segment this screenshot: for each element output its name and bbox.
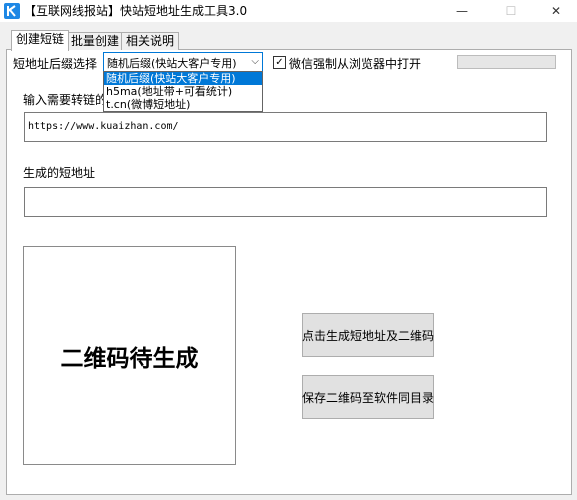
tab-create-short-link[interactable]: 创建短链 xyxy=(11,30,70,51)
suffix-select-label: 短地址后缀选择 xyxy=(13,57,98,71)
wechat-browser-label: 微信强制从浏览器中打开 xyxy=(289,57,422,71)
progress-bar xyxy=(457,55,556,69)
short-url-output[interactable] xyxy=(24,187,547,217)
app-k-logo-icon xyxy=(4,3,20,19)
tab-batch-create[interactable]: 批量创建 xyxy=(66,32,125,50)
maximize-icon: ☐ xyxy=(505,4,517,18)
save-qr-button[interactable]: 保存二维码至软件同目录 xyxy=(302,375,434,419)
suffix-select[interactable]: 随机后缀(快站大客户专用) ⌵ xyxy=(103,52,263,73)
tab-instructions[interactable]: 相关说明 xyxy=(121,32,180,50)
suffix-option-tcn[interactable]: t.cn(微博短地址) xyxy=(104,98,262,111)
window-client: 创建短链 批量创建 相关说明 短地址后缀选择 随机后缀(快站大客户专用) ⌵ 随… xyxy=(0,22,577,500)
title-bar: 【互联网线报站】快站短地址生成工具3.0 — ☐ ✕ xyxy=(0,0,577,22)
qr-code-area: 二维码待生成 xyxy=(23,246,236,465)
suffix-option-h5ma[interactable]: h5ma(地址带+可看统计) xyxy=(104,85,262,98)
window-title: 【互联网线报站】快站短地址生成工具3.0 xyxy=(24,4,248,18)
chevron-down-icon: ⌵ xyxy=(251,56,259,67)
qr-placeholder-text: 二维码待生成 xyxy=(60,345,199,372)
suffix-select-value: 随机后缀(快站大客户专用) xyxy=(107,57,237,70)
suffix-dropdown-list: 随机后缀(快站大客户专用) h5ma(地址带+可看统计) t.cn(微博短地址) xyxy=(103,71,263,112)
minimize-icon: — xyxy=(456,4,468,18)
short-url-label: 生成的短地址 xyxy=(23,166,96,180)
suffix-option-random[interactable]: 随机后缀(快站大客户专用) xyxy=(104,72,262,85)
long-url-input[interactable]: https://www.kuaizhan.com/ xyxy=(24,112,547,142)
long-url-value: https://www.kuaizhan.com/ xyxy=(28,121,179,132)
wechat-browser-checkbox[interactable]: ✓ xyxy=(273,56,286,69)
minimize-button[interactable]: — xyxy=(439,0,485,22)
maximize-button[interactable]: ☐ xyxy=(488,0,534,22)
checkmark-icon: ✓ xyxy=(275,57,284,68)
close-icon: ✕ xyxy=(550,4,562,18)
close-button[interactable]: ✕ xyxy=(533,0,577,22)
generate-button[interactable]: 点击生成短地址及二维码 xyxy=(302,313,434,357)
